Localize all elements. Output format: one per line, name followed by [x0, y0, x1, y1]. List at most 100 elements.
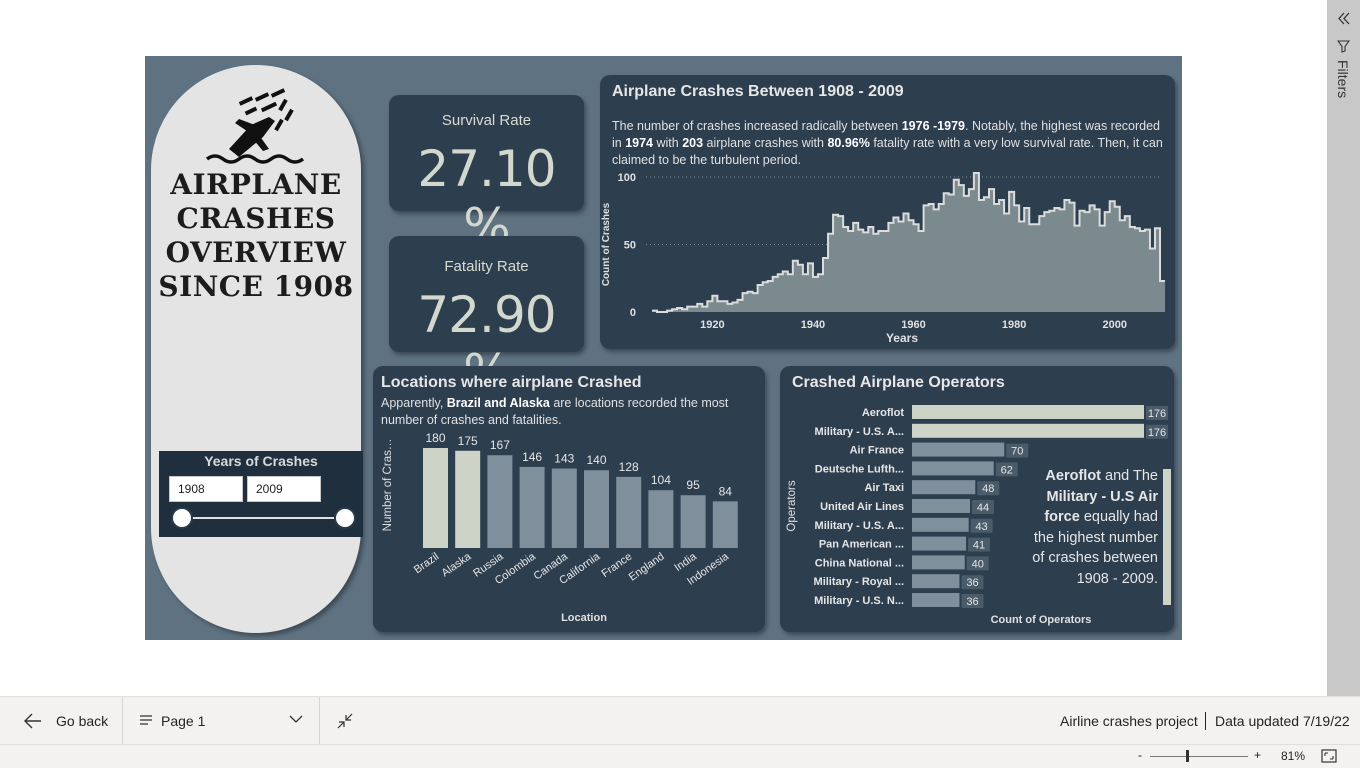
collapse-chevrons-icon[interactable]	[1337, 12, 1350, 25]
back-arrow-icon[interactable]	[24, 713, 42, 729]
category-label: Military - Royal ...	[814, 576, 904, 588]
card-description: The number of crashes increased radicall…	[612, 118, 1172, 169]
timeline-card[interactable]: Airplane Crashes Between 1908 - 2009 The…	[600, 75, 1175, 349]
bar	[912, 555, 965, 570]
x-tick-label: 2000	[1102, 319, 1126, 331]
bottom-navigation-bar: Go back Page 1 Airline crashes project D…	[0, 696, 1360, 745]
operators-note: Aeroflot and The Military - U.S Air forc…	[1030, 466, 1158, 589]
slider-end-handle[interactable]	[334, 507, 356, 529]
filter-icon	[1337, 40, 1350, 53]
bar	[912, 593, 960, 607]
data-label: 176	[1148, 427, 1166, 439]
data-label: 143	[554, 452, 574, 466]
card-description: Apparently, Brazil and Alaska are locati…	[381, 395, 751, 429]
x-tick-label: 1960	[901, 319, 925, 331]
divider	[319, 697, 320, 745]
area-fill	[652, 172, 1166, 312]
category-label: Aeroflot	[862, 407, 905, 419]
survival-rate-card[interactable]: Survival Rate 27.10 %	[389, 95, 584, 256]
zoom-in-button[interactable]: +	[1254, 748, 1261, 762]
category-label: Air Taxi	[864, 482, 904, 494]
bar	[912, 423, 1144, 438]
data-label: 104	[651, 473, 671, 487]
x-axis-title: Location	[561, 612, 607, 624]
kpi-label: Fatality Rate	[444, 258, 529, 275]
note-accent-bar	[1163, 469, 1171, 605]
report-title: AIRPLANE CRASHES OVERVIEW SINCE 1908	[151, 168, 361, 304]
description-fragment: 1974	[625, 136, 654, 150]
page-selector[interactable]: Page 1	[161, 713, 205, 729]
category-label: Military - U.S. A...	[815, 520, 904, 532]
data-label: 36	[966, 596, 978, 608]
bar	[455, 450, 481, 548]
y-tick-label: 100	[618, 172, 636, 184]
filters-pane[interactable]: Filters	[1327, 0, 1360, 696]
title-line: AIRPLANE	[170, 168, 342, 201]
exit-fullscreen-icon[interactable]	[336, 712, 354, 730]
title-line: CRASHES	[176, 202, 336, 235]
category-label: Military - U.S. N...	[814, 595, 904, 607]
start-year-input[interactable]: 1908	[169, 476, 243, 502]
locations-card[interactable]: Locations where airplane Crashed Apparen…	[373, 366, 765, 632]
bar	[551, 468, 577, 548]
zoom-slider-thumb[interactable]	[1186, 750, 1189, 762]
report-canvas: AIRPLANE CRASHES OVERVIEW SINCE 1908 Yea…	[145, 56, 1182, 640]
y-tick-label: 0	[630, 307, 636, 319]
zoom-status-bar: - + 81%	[0, 744, 1360, 768]
title-line: OVERVIEW	[165, 236, 347, 269]
crashes-area-chart[interactable]: 0 50 100 1920 1940 1960 1980 2000 Count of Crash…	[600, 170, 1175, 349]
bar	[519, 466, 545, 548]
fatality-rate-card[interactable]: Fatality Rate 72.90 %	[389, 236, 584, 402]
bar	[912, 480, 976, 495]
locations-bar-chart[interactable]: 180Brazil175Alaska167Russia146Colombia14…	[373, 430, 765, 630]
bar	[912, 499, 970, 513]
category-label: Air France	[850, 445, 904, 457]
data-label: 140	[586, 453, 606, 467]
zoom-out-button[interactable]: -	[1138, 748, 1142, 762]
category-label: Deutsche Lufth...	[815, 463, 904, 475]
page-list-icon	[140, 715, 152, 725]
x-tick-label: 1980	[1002, 319, 1026, 331]
data-label: 84	[719, 484, 733, 498]
go-back-button[interactable]: Go back	[56, 713, 108, 729]
bar	[423, 448, 448, 548]
category-label: England	[627, 551, 667, 584]
data-label: 70	[1011, 446, 1023, 458]
description-fragment: The number of crashes increased radicall…	[612, 119, 902, 133]
description-fragment: Brazil and Alaska	[446, 396, 550, 410]
data-label: 176	[1148, 408, 1166, 420]
data-label: 175	[458, 434, 478, 448]
data-updated-label: Data updated 7/19/22	[1215, 713, 1350, 729]
bar	[912, 405, 1144, 419]
card-title: Airplane Crashes Between 1908 - 2009	[612, 83, 904, 100]
slicer-title: Years of Crashes	[204, 453, 318, 469]
bar	[680, 495, 706, 548]
description-fragment: 203	[682, 136, 704, 150]
note-fragment: Aeroflot	[1045, 468, 1102, 484]
description-fragment: airplane crashes with	[703, 136, 828, 150]
bar	[912, 536, 967, 551]
zoom-slider-track[interactable]	[1150, 756, 1248, 757]
card-title: Crashed Airplane Operators	[792, 374, 1005, 391]
y-axis-title: Count of Crashes	[601, 202, 612, 286]
x-tick-label: 1920	[700, 319, 724, 331]
fit-to-page-icon[interactable]	[1321, 749, 1337, 763]
chevron-down-icon[interactable]	[289, 715, 303, 724]
y-axis-title: Operators	[786, 480, 798, 531]
description-fragment: 1976 -1979	[901, 119, 965, 133]
data-label: 48	[982, 483, 994, 495]
note-fragment: and The	[1101, 468, 1158, 484]
x-axis-title: Count of Operators	[991, 614, 1092, 626]
filters-label[interactable]: Filters	[1335, 60, 1351, 98]
y-axis-title: Number of Cras…	[382, 439, 394, 532]
end-year-input[interactable]: 2009	[247, 476, 321, 502]
card-title: Locations where airplane Crashed	[381, 374, 642, 391]
data-label: 128	[619, 460, 639, 474]
operators-card[interactable]: Crashed Airplane Operators Aeroflot 176 Mi…	[780, 366, 1174, 632]
slider-start-handle[interactable]	[171, 507, 193, 529]
title-panel: AIRPLANE CRASHES OVERVIEW SINCE 1908 Yea…	[151, 65, 363, 633]
data-label: 36	[966, 577, 978, 589]
bar	[912, 461, 994, 476]
bar	[912, 574, 960, 589]
description-fragment: with	[653, 136, 683, 150]
